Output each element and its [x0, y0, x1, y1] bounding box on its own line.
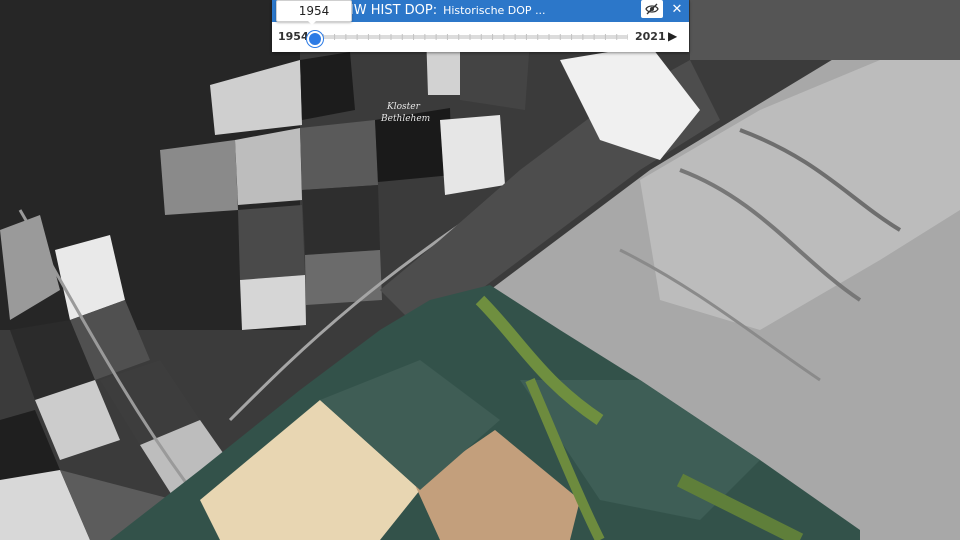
map-canvas[interactable]: Kloster Bethlehem: [0, 0, 960, 540]
place-label-line2: Bethlehem: [380, 114, 430, 124]
end-year-label: 2021: [635, 30, 666, 43]
play-icon: ▶: [668, 29, 678, 43]
close-icon: ✕: [671, 2, 683, 17]
layer-title: NW HIST DOP: Historische DOP ...: [344, 3, 546, 18]
eye-off-icon: [645, 3, 659, 15]
layer-description: Historische DOP ...: [443, 4, 546, 17]
tooltip-arrow: [307, 20, 317, 25]
play-button[interactable]: ▶: [668, 29, 677, 43]
visibility-toggle-button[interactable]: [641, 0, 663, 18]
place-label-line1: Kloster: [386, 102, 421, 112]
current-year-tooltip: 1954: [276, 0, 352, 22]
slider-ticks: [312, 34, 628, 40]
layer-name: NW HIST DOP:: [344, 3, 438, 18]
industrial-area: [690, 0, 960, 60]
slider-thumb[interactable]: [307, 31, 323, 47]
start-year-label: 1954: [278, 30, 309, 43]
close-button[interactable]: ✕: [668, 1, 686, 19]
